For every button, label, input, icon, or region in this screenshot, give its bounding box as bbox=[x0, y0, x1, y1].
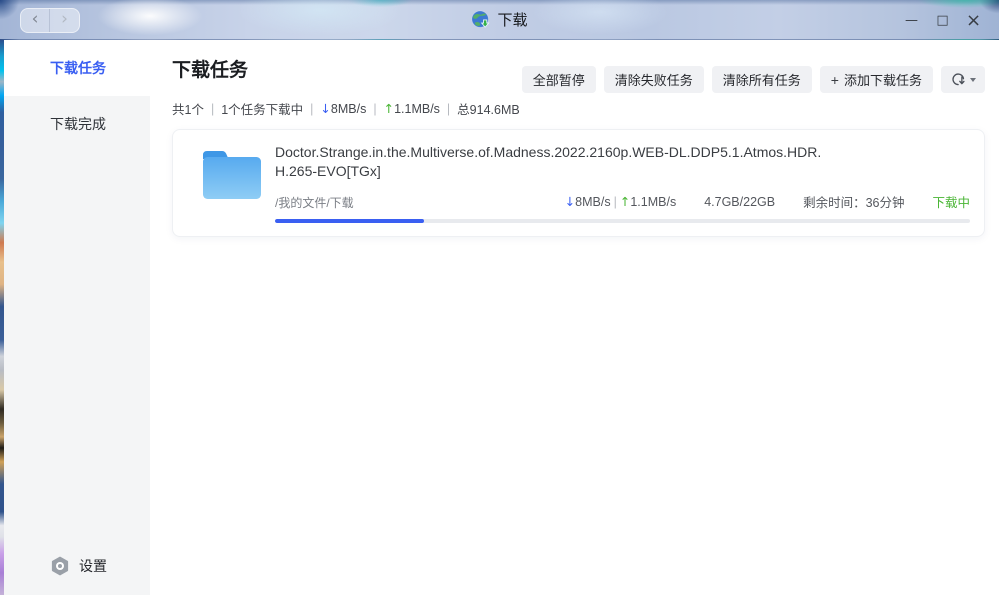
task-path: /我的文件/下载 bbox=[275, 194, 354, 211]
sidebar: 下载任务 下载完成 设置 bbox=[4, 40, 150, 595]
task-remaining-time: 剩余时间：36分钟 bbox=[803, 192, 904, 211]
forward-button[interactable]: › bbox=[50, 9, 79, 32]
chevron-down-icon bbox=[970, 78, 976, 82]
window-content: 下载任务 下载完成 设置 下载任务 bbox=[0, 40, 999, 595]
close-icon: × bbox=[966, 10, 981, 31]
chevron-left-icon: ‹ bbox=[32, 11, 39, 28]
maximize-button[interactable]: □ bbox=[927, 5, 958, 35]
minimize-button[interactable]: — bbox=[896, 5, 927, 35]
plus-icon: + bbox=[831, 72, 839, 88]
minimize-icon: — bbox=[905, 13, 918, 28]
sort-by-time-icon bbox=[951, 72, 966, 87]
total-size: 总914.6MB bbox=[457, 99, 520, 118]
sidebar-item-label: 下载任务 bbox=[50, 58, 106, 78]
header-left: 下载任务 bbox=[172, 58, 248, 84]
progress-bar bbox=[275, 219, 970, 223]
download-task-row[interactable]: Doctor.Strange.in.the.Multiverse.of.Madn… bbox=[172, 129, 985, 237]
folder-icon bbox=[189, 142, 275, 204]
separator: | bbox=[611, 195, 620, 209]
close-button[interactable]: × bbox=[958, 5, 989, 35]
upload-arrow-icon: ↑ bbox=[620, 194, 630, 209]
task-status-badge: 下载中 bbox=[932, 192, 970, 211]
page-title: 下载任务 bbox=[172, 58, 248, 84]
task-count: 共1个 bbox=[172, 99, 204, 118]
task-name: Doctor.Strange.in.the.Multiverse.of.Madn… bbox=[275, 143, 827, 181]
task-speeds: ↓8MB/s|↑1.1MB/s bbox=[565, 194, 677, 209]
clear-failed-label: 清除失败任务 bbox=[615, 70, 693, 89]
window-controls: — □ × bbox=[896, 0, 989, 40]
toolbar: 全部暂停 清除失败任务 清除所有任务 + 添加下载任务 bbox=[522, 66, 985, 93]
separator: | bbox=[310, 102, 313, 116]
task-meta: /我的文件/下载 ↓8MB/s|↑1.1MB/s 4.7GB/22GB 剩余时间… bbox=[275, 192, 970, 211]
back-button[interactable]: ‹ bbox=[21, 9, 50, 32]
pause-all-label: 全部暂停 bbox=[533, 70, 585, 89]
separator: | bbox=[447, 102, 450, 116]
download-arrow-icon: ↓ bbox=[565, 194, 575, 209]
task-size: 4.7GB/22GB bbox=[704, 195, 775, 209]
active-task-count: 1个任务下载中 bbox=[221, 99, 303, 118]
sidebar-item-download-tasks[interactable]: 下载任务 bbox=[4, 40, 150, 96]
window-title: 下载 bbox=[497, 9, 527, 30]
progress-fill bbox=[275, 219, 424, 223]
pause-all-button[interactable]: 全部暂停 bbox=[522, 66, 596, 93]
task-body: Doctor.Strange.in.the.Multiverse.of.Madn… bbox=[275, 142, 970, 223]
separator: | bbox=[211, 102, 214, 116]
download-arrow-icon: ↓ bbox=[320, 101, 330, 116]
separator: | bbox=[373, 102, 376, 116]
sidebar-item-download-complete[interactable]: 下载完成 bbox=[4, 96, 150, 152]
settings-label: 设置 bbox=[79, 556, 107, 576]
sort-order-button[interactable] bbox=[941, 66, 985, 93]
clear-all-button[interactable]: 清除所有任务 bbox=[712, 66, 812, 93]
chevron-right-icon: › bbox=[61, 11, 68, 28]
add-download-task-button[interactable]: + 添加下载任务 bbox=[820, 66, 933, 93]
titlebar: ‹ › 下载 — □ bbox=[0, 0, 999, 40]
maximize-icon: □ bbox=[936, 13, 948, 28]
stats-bar: 共1个 | 1个任务下载中 | ↓8MB/s | ↑1.1MB/s | 总914… bbox=[172, 99, 985, 118]
task-meta-right: ↓8MB/s|↑1.1MB/s 4.7GB/22GB 剩余时间：36分钟 下载中 bbox=[565, 192, 970, 211]
clear-failed-button[interactable]: 清除失败任务 bbox=[604, 66, 704, 93]
gear-icon bbox=[50, 556, 70, 576]
nav-buttons: ‹ › bbox=[20, 8, 80, 33]
sidebar-item-label: 下载完成 bbox=[50, 114, 106, 134]
download-globe-icon bbox=[471, 10, 490, 29]
window-title-group: 下载 bbox=[471, 9, 527, 30]
add-task-label: 添加下载任务 bbox=[844, 70, 922, 89]
upload-arrow-icon: ↑ bbox=[384, 101, 394, 116]
main-panel: 下载任务 全部暂停 清除失败任务 清除所有任务 + 添加下载任务 bbox=[150, 40, 999, 595]
main-header: 下载任务 全部暂停 清除失败任务 清除所有任务 + 添加下载任务 bbox=[172, 58, 985, 93]
global-up-speed: ↑1.1MB/s bbox=[384, 101, 440, 116]
app-window: ‹ › 下载 — □ bbox=[0, 0, 999, 595]
clear-all-label: 清除所有任务 bbox=[723, 70, 801, 89]
sidebar-settings[interactable]: 设置 bbox=[4, 537, 150, 595]
global-down-speed: ↓8MB/s bbox=[320, 101, 366, 116]
